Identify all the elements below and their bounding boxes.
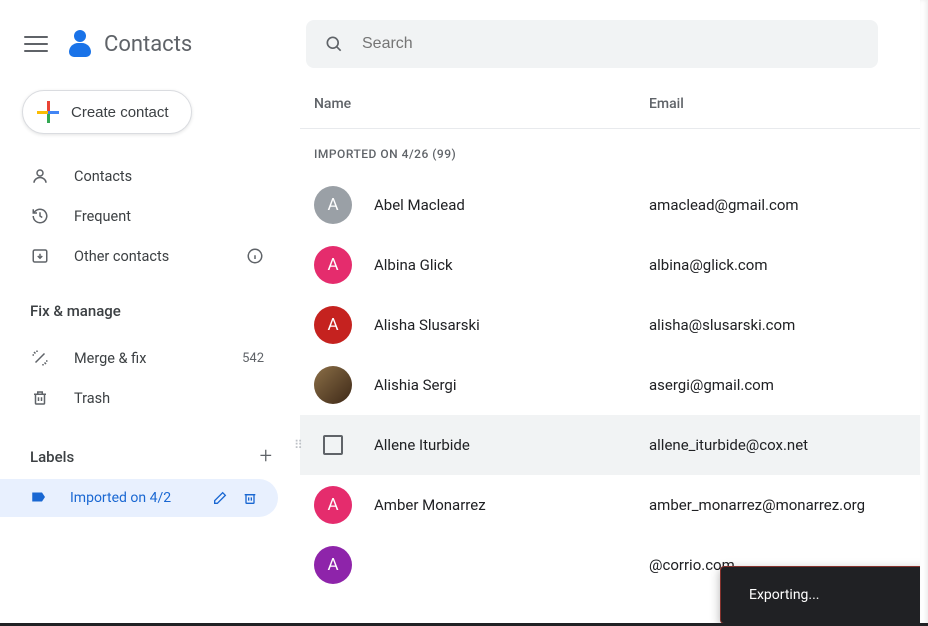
nav-trash-label: Trash bbox=[74, 390, 110, 407]
contact-name: Amber Monarrez bbox=[374, 496, 649, 514]
contact-email: alisha@slusarski.com bbox=[649, 316, 928, 334]
fix-manage-title: Fix & manage bbox=[0, 284, 300, 330]
search-icon bbox=[324, 34, 344, 54]
contact-email: amber_monarrez@monarrez.org bbox=[649, 496, 928, 514]
app-title: Contacts bbox=[104, 32, 192, 57]
add-label-button[interactable]: + bbox=[260, 444, 272, 469]
contact-name: Alishia Sergi bbox=[374, 376, 649, 394]
history-icon bbox=[30, 206, 50, 226]
wand-icon bbox=[30, 348, 50, 368]
contact-name: Abel Maclead bbox=[374, 196, 649, 214]
archive-icon bbox=[30, 246, 50, 266]
person-icon bbox=[30, 166, 50, 186]
nav-frequent[interactable]: Frequent bbox=[0, 196, 284, 236]
nav-merge-fix[interactable]: Merge & fix 542 bbox=[0, 338, 284, 378]
labels-title: Labels bbox=[30, 448, 74, 466]
contact-email: asergi@gmail.com bbox=[649, 376, 928, 394]
brand: Contacts bbox=[66, 30, 192, 58]
avatar: A bbox=[314, 306, 352, 344]
toast-exporting: Exporting... bbox=[720, 566, 928, 624]
contact-email: allene_iturbide@cox.net bbox=[649, 436, 928, 454]
contact-row[interactable]: A Amber Monarrez amber_monarrez@monarrez… bbox=[300, 475, 928, 535]
avatar: A bbox=[314, 246, 352, 284]
trash-icon bbox=[30, 388, 50, 408]
nav-other-contacts[interactable]: Other contacts bbox=[0, 236, 284, 276]
nav-contacts-label: Contacts bbox=[74, 168, 132, 185]
contact-row[interactable]: Alishia Sergi asergi@gmail.com bbox=[300, 355, 928, 415]
contact-row[interactable]: A Abel Maclead amaclead@gmail.com bbox=[300, 175, 928, 235]
avatar: A bbox=[314, 546, 352, 584]
avatar: A bbox=[314, 486, 352, 524]
plus-icon bbox=[37, 101, 59, 123]
delete-label-button[interactable] bbox=[242, 490, 258, 506]
nav-contacts[interactable]: Contacts bbox=[0, 156, 284, 196]
nav-other-label: Other contacts bbox=[74, 248, 169, 265]
contact-name: Allene Iturbide bbox=[374, 436, 649, 454]
search-bar[interactable] bbox=[306, 20, 878, 68]
contact-name: Albina Glick bbox=[374, 256, 649, 274]
label-icon bbox=[30, 488, 50, 508]
search-input[interactable] bbox=[362, 35, 860, 53]
label-name: Imported on 4/2 bbox=[70, 490, 171, 506]
label-item-imported[interactable]: Imported on 4/2 bbox=[0, 479, 278, 517]
column-email: Email bbox=[649, 96, 928, 112]
column-name: Name bbox=[314, 96, 649, 112]
nav-merge-label: Merge & fix bbox=[74, 350, 146, 367]
contact-email: albina@glick.com bbox=[649, 256, 928, 274]
create-contact-label: Create contact bbox=[71, 104, 169, 121]
toast-text: Exporting... bbox=[749, 587, 820, 603]
avatar: A bbox=[314, 186, 352, 224]
contact-row[interactable]: A Alisha Slusarski alisha@slusarski.com bbox=[300, 295, 928, 355]
info-icon[interactable] bbox=[246, 247, 264, 265]
menu-button[interactable] bbox=[24, 32, 48, 56]
edit-label-button[interactable] bbox=[212, 490, 228, 506]
list-group-header: IMPORTED ON 4/26 (99) bbox=[300, 129, 928, 175]
contacts-logo-icon bbox=[66, 30, 94, 58]
row-checkbox[interactable] bbox=[323, 435, 343, 455]
contact-name: Alisha Slusarski bbox=[374, 316, 649, 334]
drag-handle-icon[interactable]: ⠿ bbox=[294, 438, 303, 452]
merge-count: 542 bbox=[242, 351, 264, 366]
contact-row[interactable]: A Albina Glick albina@glick.com bbox=[300, 235, 928, 295]
contact-row[interactable]: ⠿ Allene Iturbide allene_iturbide@cox.ne… bbox=[300, 415, 928, 475]
avatar bbox=[314, 366, 352, 404]
create-contact-button[interactable]: Create contact bbox=[22, 90, 192, 134]
nav-trash[interactable]: Trash bbox=[0, 378, 284, 418]
window-edge bbox=[920, 0, 928, 626]
nav-frequent-label: Frequent bbox=[74, 208, 131, 225]
contact-email: amaclead@gmail.com bbox=[649, 196, 928, 214]
